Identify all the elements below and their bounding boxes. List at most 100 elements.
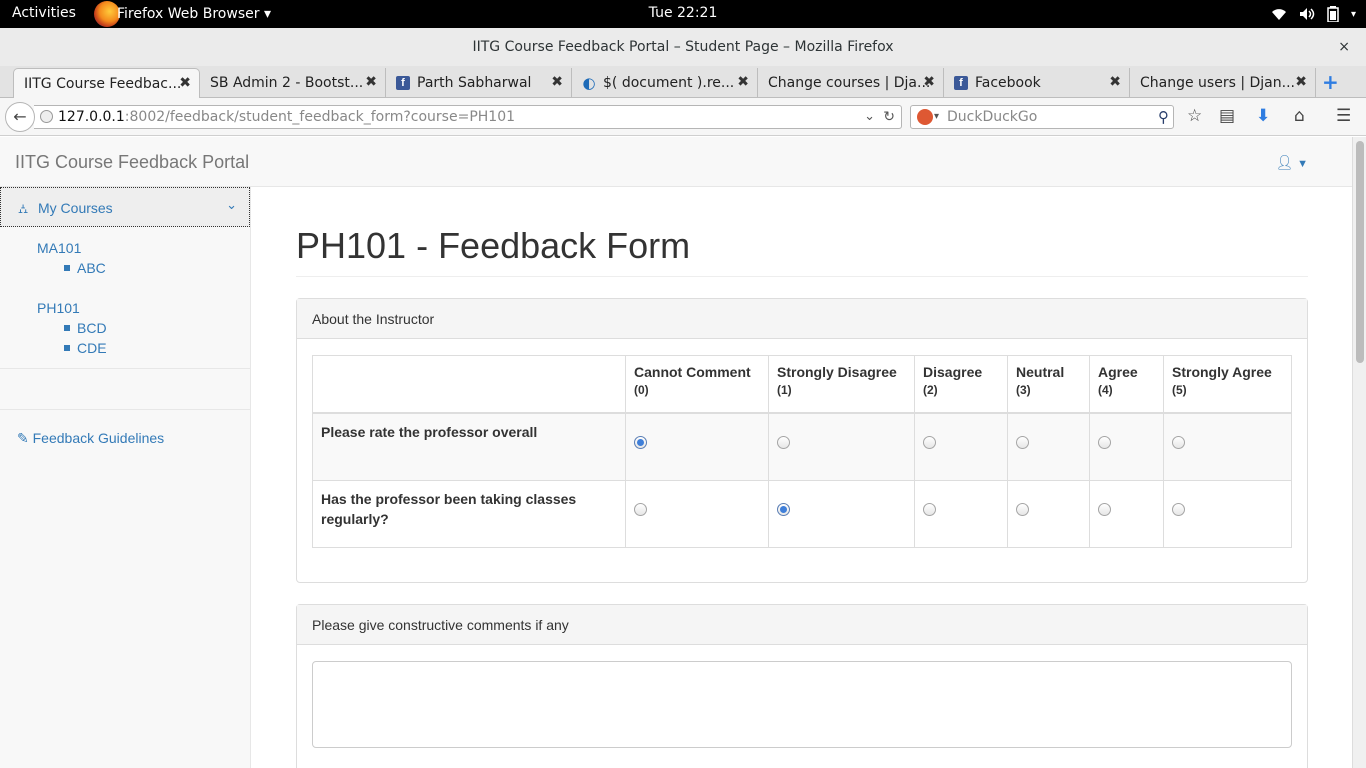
search-input[interactable]: ▾ DuckDuckGo ⚲ bbox=[910, 105, 1174, 129]
tab-facebook[interactable]: f Facebook ✖ bbox=[944, 68, 1130, 98]
divider bbox=[0, 368, 250, 369]
rating-cell bbox=[768, 480, 915, 548]
radio-button[interactable] bbox=[1172, 503, 1185, 516]
scrollbar-thumb[interactable] bbox=[1356, 141, 1364, 363]
radio-button[interactable] bbox=[923, 503, 936, 516]
table-row: Has the professor been taking classes re… bbox=[312, 480, 1292, 548]
radio-button[interactable] bbox=[1098, 435, 1111, 449]
rating-cell bbox=[1163, 412, 1292, 481]
column-value: (2) bbox=[923, 383, 938, 397]
brand-link[interactable]: IITG Course Feedback Portal bbox=[15, 152, 249, 173]
navigation-toolbar: 127.0.0.1:8002/feedback/student_feedback… bbox=[0, 98, 1366, 136]
activities-button[interactable]: Activities bbox=[12, 5, 76, 21]
duckduckgo-icon bbox=[917, 109, 933, 125]
chevron-down-icon[interactable]: ⌄ bbox=[864, 106, 875, 128]
page-scrollbar[interactable] bbox=[1352, 137, 1366, 768]
radio-button[interactable] bbox=[777, 435, 790, 449]
download-icon[interactable]: ⬇ bbox=[1256, 106, 1270, 126]
jquery-icon: ◐ bbox=[582, 74, 596, 92]
close-icon[interactable]: ✖ bbox=[551, 74, 563, 90]
url-path: :8002/feedback/student_feedback_form?cou… bbox=[124, 109, 516, 125]
panel-heading: Please give constructive comments if any bbox=[297, 605, 1307, 645]
radio-button[interactable] bbox=[1172, 435, 1185, 449]
wifi-icon bbox=[1271, 9, 1286, 20]
close-icon[interactable]: ✖ bbox=[1295, 74, 1307, 90]
user-icon: 👤︎ bbox=[1275, 154, 1294, 170]
column-label: Disagree bbox=[923, 364, 983, 380]
course-link-ph101[interactable]: PH101 bbox=[37, 300, 80, 316]
app-menu[interactable]: Firefox Web Browser ▾ bbox=[94, 0, 271, 28]
radio-button[interactable] bbox=[1098, 503, 1111, 516]
column-header: Strongly Agree (5) bbox=[1163, 355, 1292, 414]
tab-sb-admin[interactable]: SB Admin 2 - Bootst... ✖ bbox=[200, 68, 386, 98]
column-header: Disagree (2) bbox=[914, 355, 1008, 414]
tab-change-courses[interactable]: Change courses | Dja... ✖ bbox=[758, 68, 944, 98]
app-menu-label: Firefox Web Browser ▾ bbox=[117, 6, 271, 22]
sidebar-item-my-courses[interactable]: ⛼ My Courses ⌄ bbox=[0, 187, 250, 227]
section-link-cde[interactable]: CDE bbox=[64, 340, 107, 356]
tab-feedback-portal[interactable]: IITG Course Feedbac... ✖ bbox=[13, 68, 200, 99]
course-link-ma101[interactable]: MA101 bbox=[37, 240, 81, 256]
title-divider bbox=[296, 276, 1308, 277]
sidebar: ⛼ My Courses ⌄ MA101 ABC PH101 BCD CDE ✎… bbox=[0, 187, 251, 768]
question-column-header bbox=[312, 355, 626, 414]
chevron-down-icon[interactable]: ▾ bbox=[934, 106, 939, 128]
tab-jquery-ready[interactable]: ◐ $( document ).re... ✖ bbox=[572, 68, 758, 98]
bullet-icon bbox=[64, 325, 70, 331]
close-icon[interactable]: ✖ bbox=[179, 75, 191, 91]
search-icon[interactable]: ⚲ bbox=[1158, 106, 1169, 128]
column-value: (0) bbox=[634, 383, 649, 397]
reload-icon[interactable]: ↻ bbox=[883, 106, 895, 128]
tab-change-users[interactable]: Change users | Djan... ✖ bbox=[1130, 68, 1316, 98]
column-header: Agree (4) bbox=[1089, 355, 1164, 414]
close-icon[interactable]: ✖ bbox=[737, 74, 749, 90]
tab-parth-sabharwal[interactable]: f Parth Sabharwal ✖ bbox=[386, 68, 572, 98]
home-icon[interactable]: ⌂ bbox=[1294, 106, 1305, 126]
close-icon[interactable]: ✖ bbox=[1109, 74, 1121, 90]
tab-label: Parth Sabharwal bbox=[417, 75, 532, 91]
rating-cell bbox=[1089, 412, 1164, 481]
section-link-bcd[interactable]: BCD bbox=[64, 320, 107, 336]
column-value: (1) bbox=[777, 383, 792, 397]
rating-cell bbox=[1089, 480, 1164, 548]
rating-cell bbox=[768, 412, 915, 481]
battery-icon bbox=[1327, 6, 1339, 22]
column-header: Cannot Comment (0) bbox=[625, 355, 769, 414]
user-menu-button[interactable]: 👤︎ ▼ bbox=[1275, 154, 1308, 171]
system-tray[interactable]: ▾ bbox=[1271, 0, 1356, 28]
window-close-button[interactable]: × bbox=[1338, 28, 1350, 66]
chevron-down-icon: ▾ bbox=[1350, 8, 1356, 20]
bookmark-star-icon[interactable]: ☆ bbox=[1187, 106, 1202, 126]
radio-button[interactable] bbox=[634, 503, 647, 516]
section-label: BCD bbox=[77, 320, 107, 336]
column-label: Neutral bbox=[1016, 364, 1065, 380]
radio-button[interactable] bbox=[777, 503, 790, 516]
rating-cell bbox=[625, 412, 769, 481]
column-value: (4) bbox=[1098, 383, 1113, 397]
url-bar[interactable]: 127.0.0.1:8002/feedback/student_feedback… bbox=[34, 105, 902, 129]
sidebar-item-label: Feedback Guidelines bbox=[32, 430, 165, 446]
radio-button[interactable] bbox=[1016, 503, 1029, 516]
volume-icon bbox=[1299, 8, 1315, 20]
sidebar-item-feedback-guidelines[interactable]: ✎ Feedback Guidelines bbox=[17, 430, 164, 447]
comments-panel: Please give constructive comments if any bbox=[296, 604, 1308, 768]
question-text: Has the professor been taking classes re… bbox=[312, 480, 626, 548]
radio-button[interactable] bbox=[923, 435, 936, 449]
page-viewport: IITG Course Feedback Portal 👤︎ ▼ ⛼ My Co… bbox=[0, 137, 1352, 768]
close-icon[interactable]: ✖ bbox=[365, 74, 377, 90]
instructor-panel: About the Instructor Cannot Comment (0) S… bbox=[296, 298, 1308, 583]
back-button[interactable]: ← bbox=[5, 102, 35, 132]
column-value: (5) bbox=[1172, 383, 1187, 397]
column-label: Cannot Comment bbox=[634, 364, 751, 380]
section-link-abc[interactable]: ABC bbox=[64, 260, 106, 276]
new-tab-button[interactable]: + bbox=[1322, 70, 1339, 94]
radio-button[interactable] bbox=[634, 435, 647, 449]
close-icon[interactable]: ✖ bbox=[923, 74, 935, 90]
tab-label: Facebook bbox=[975, 75, 1041, 91]
bullet-icon bbox=[64, 265, 70, 271]
radio-button[interactable] bbox=[1016, 435, 1029, 449]
menu-icon[interactable]: ☰ bbox=[1336, 106, 1351, 126]
comments-textarea[interactable] bbox=[312, 661, 1292, 748]
facebook-icon: f bbox=[954, 76, 968, 90]
reading-list-icon[interactable]: ▤ bbox=[1219, 106, 1235, 126]
